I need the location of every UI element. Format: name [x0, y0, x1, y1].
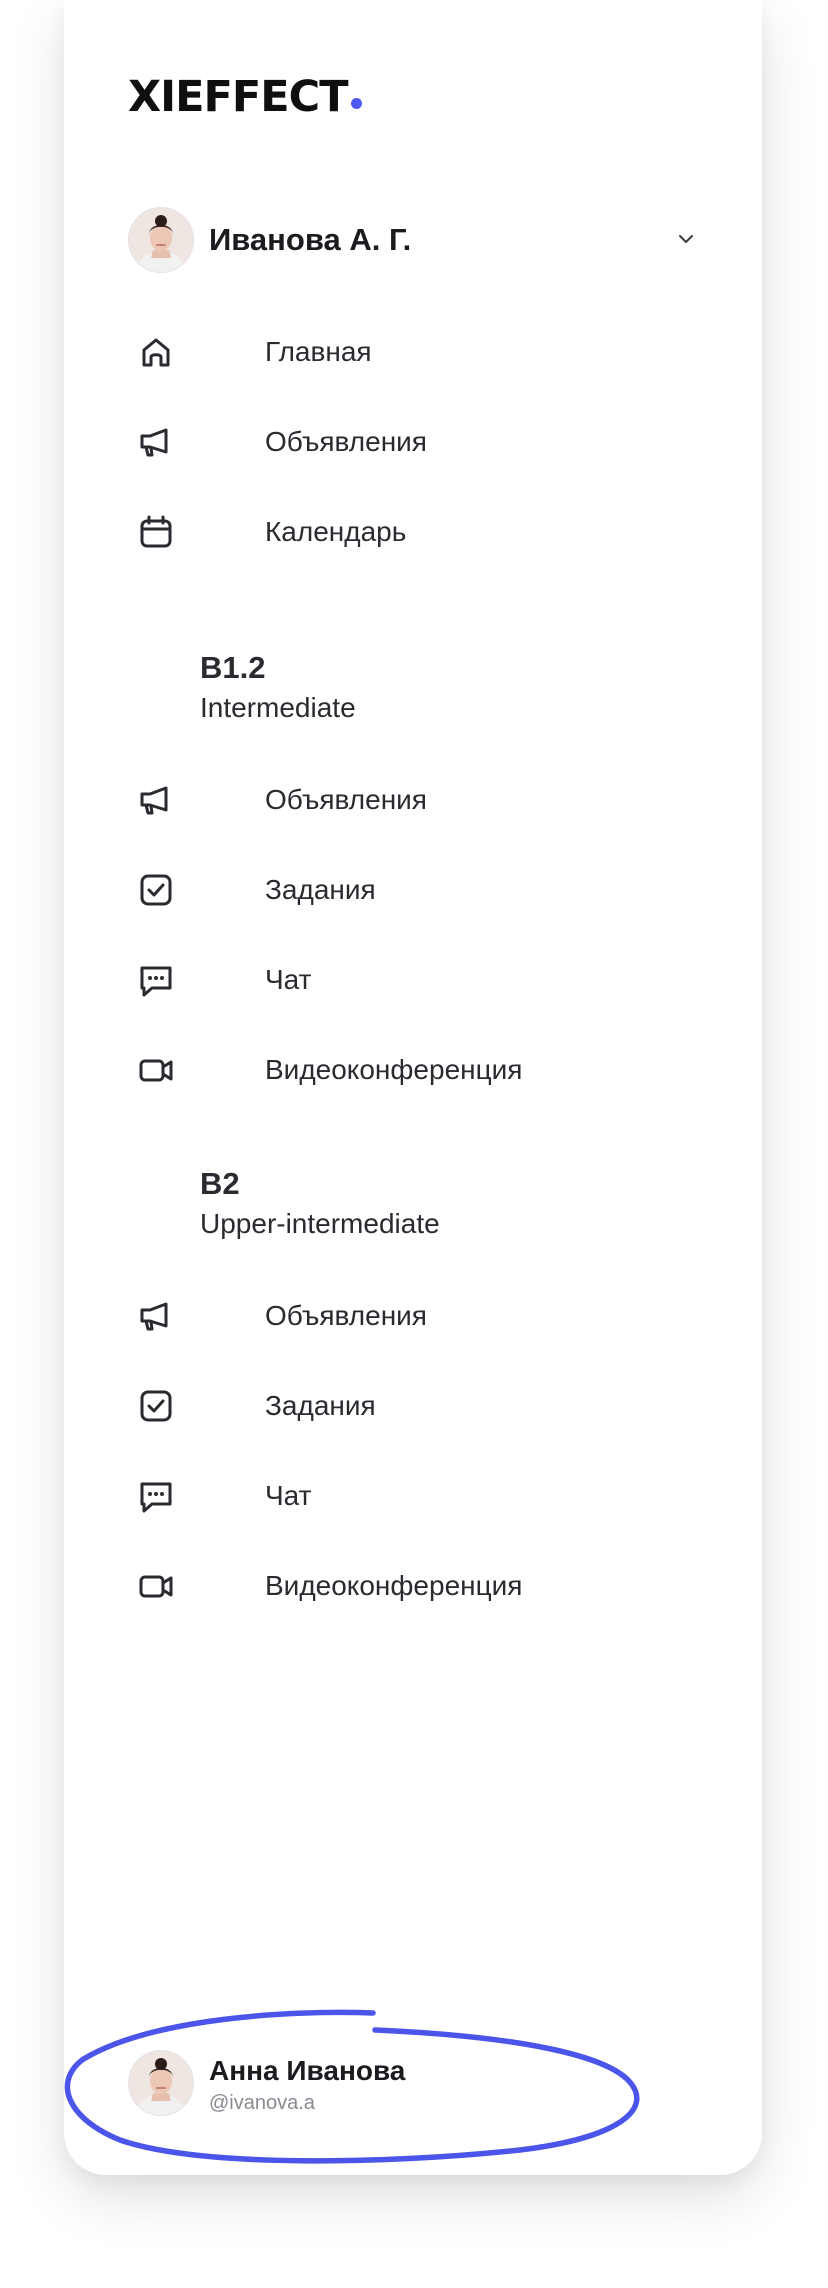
brand-name: XIEFFECT	[128, 72, 349, 122]
profile-name: Анна Иванова	[209, 2055, 406, 2086]
profile-handle: @ivanova.a	[209, 2092, 315, 2114]
nav-item-home[interactable]: Главная	[136, 326, 696, 374]
nav-item-label: Главная	[265, 336, 372, 367]
account-switcher[interactable]: Иванова А. Г.	[128, 207, 698, 273]
video-camera-icon	[139, 1059, 173, 1082]
chat-icon	[140, 1482, 172, 1513]
nav-item-calendar[interactable]: Календарь	[136, 506, 696, 554]
megaphone-icon	[140, 1302, 168, 1331]
nav-item-announcements[interactable]: Объявления	[136, 416, 696, 464]
nav-item-b2-tasks[interactable]: Задания	[136, 1380, 696, 1428]
nav-item-b1-announcements[interactable]: Объявления	[136, 774, 696, 822]
nav-item-b1-video[interactable]: Видеоконференция	[136, 1044, 696, 1092]
section-subtitle-intermediate: Intermediate	[200, 692, 356, 723]
chat-icon	[140, 966, 172, 997]
section-subtitle-upper-intermediate: Upper-intermediate	[200, 1208, 440, 1239]
megaphone-icon	[140, 428, 168, 457]
nav-item-label: Чат	[265, 1480, 312, 1511]
section-title-b1-2: B1.2	[200, 650, 266, 685]
nav-item-label: Задания	[265, 1390, 376, 1421]
avatar	[128, 207, 194, 273]
nav-item-b1-tasks[interactable]: Задания	[136, 864, 696, 912]
brand-dot-icon	[350, 98, 362, 109]
nav-item-label: Видеоконференция	[265, 1570, 523, 1601]
nav-item-label: Календарь	[265, 516, 407, 547]
nav-item-label: Задания	[265, 874, 376, 905]
task-check-icon	[140, 874, 172, 906]
avatar	[128, 2050, 194, 2116]
nav-item-label: Объявления	[265, 1300, 427, 1331]
nav-item-b2-video[interactable]: Видеоконференция	[136, 1560, 696, 1608]
calendar-icon	[140, 515, 172, 548]
nav-item-b2-chat[interactable]: Чат	[136, 1470, 696, 1518]
video-camera-icon	[139, 1575, 173, 1598]
nav-item-label: Видеоконференция	[265, 1054, 523, 1085]
brand-logo[interactable]: XIEFFECT	[128, 72, 362, 122]
nav-item-label: Чат	[265, 964, 312, 995]
sidebar-panel: XIEFFECT Иванова А. Г. Главная Объявлени…	[64, 0, 762, 2175]
account-name: Иванова А. Г.	[209, 222, 412, 257]
task-check-icon	[140, 1390, 172, 1422]
nav-item-b1-chat[interactable]: Чат	[136, 954, 696, 1002]
nav-item-b2-announcements[interactable]: Объявления	[136, 1290, 696, 1338]
section-title-b2: B2	[200, 1166, 240, 1201]
chevron-down-icon[interactable]	[674, 227, 698, 251]
home-icon	[142, 338, 170, 367]
megaphone-icon	[140, 786, 168, 815]
profile-card[interactable]: Анна Иванова @ivanova.a	[128, 2050, 648, 2116]
nav-item-label: Объявления	[265, 784, 427, 815]
nav-item-label: Объявления	[265, 426, 427, 457]
